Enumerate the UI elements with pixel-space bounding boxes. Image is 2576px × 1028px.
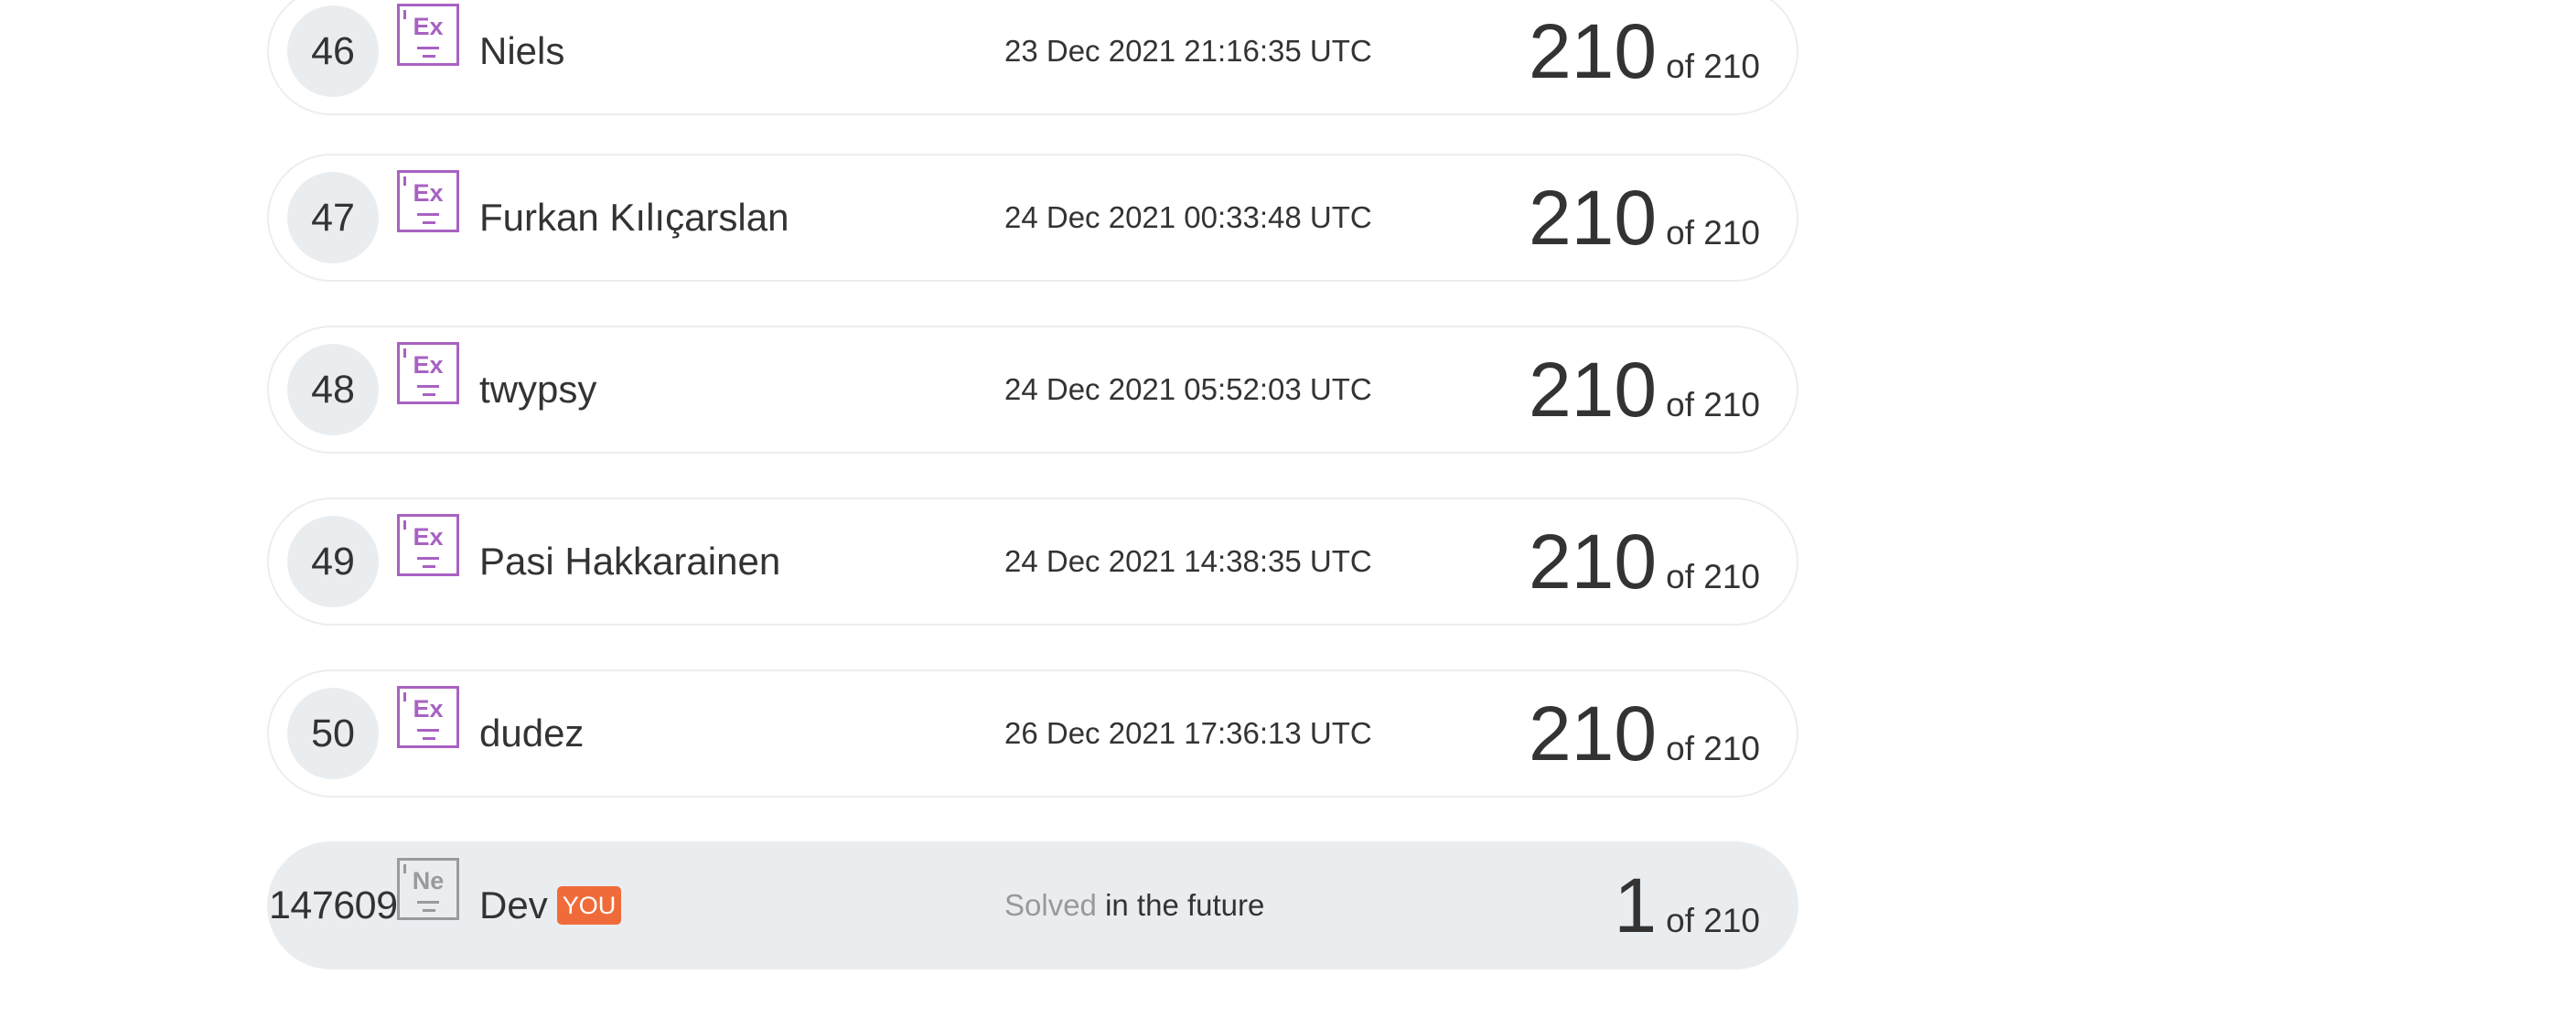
expert-badge-icon: Ex [397, 170, 459, 232]
expert-badge-icon: Ex [397, 686, 459, 748]
player-name[interactable]: Furkan Kılıçarslan [479, 155, 789, 280]
player-name[interactable]: twypsy [479, 327, 596, 452]
rank-number: 47 [287, 172, 379, 263]
completion-time: 24 Dec 2021 00:33:48 UTC [1004, 200, 1372, 234]
completion-time: Solved in the future [1004, 843, 1264, 968]
score: 1 of 210 [1614, 843, 1760, 968]
score-value: 210 [1528, 175, 1658, 261]
expert-badge-icon: Ex [397, 514, 459, 576]
leaderboard-row[interactable]: 47 Ex Furkan Kılıçarslan 24 Dec 2021 00:… [267, 154, 1798, 282]
you-badge: YOU [556, 885, 622, 925]
score-total: of 210 [1666, 386, 1760, 423]
player-name[interactable]: dudez [479, 671, 584, 796]
score-value: 210 [1528, 519, 1658, 605]
leaderboard-row[interactable]: 48 Ex twypsy 24 Dec 2021 05:52:03 UTC 21… [267, 326, 1798, 454]
player-name[interactable]: Dev YOU [479, 843, 622, 968]
score-total: of 210 [1666, 558, 1760, 595]
score-total: of 210 [1666, 48, 1760, 85]
leaderboard-row[interactable]: 50 Ex dudez 26 Dec 2021 17:36:13 UTC 210… [267, 669, 1798, 798]
rank-number: 49 [287, 516, 379, 607]
score: 210 of 210 [1529, 327, 1760, 452]
score: 210 of 210 [1529, 155, 1760, 280]
newbie-badge-icon: Ne [397, 858, 459, 920]
score: 210 of 210 [1529, 671, 1760, 796]
rank-number: 147609 [269, 883, 398, 927]
completion-time: 26 Dec 2021 17:36:13 UTC [1004, 716, 1372, 750]
expert-badge-icon: Ex [397, 342, 459, 404]
score-value: 210 [1528, 347, 1658, 433]
player-name-text: Dev [479, 883, 548, 926]
leaderboard: 46 Ex Niels 23 Dec 2021 21:16:35 UTC 210… [0, 0, 2576, 1028]
rank-number: 48 [287, 344, 379, 435]
score: 210 of 210 [1529, 0, 1760, 113]
player-name[interactable]: Niels [479, 0, 564, 113]
player-name[interactable]: Pasi Hakkarainen [479, 499, 780, 624]
leaderboard-row[interactable]: 49 Ex Pasi Hakkarainen 24 Dec 2021 14:38… [267, 498, 1798, 626]
completion-time: 23 Dec 2021 21:16:35 UTC [1004, 34, 1372, 68]
completion-time: 24 Dec 2021 05:52:03 UTC [1004, 372, 1372, 406]
solved-time: in the future [1105, 888, 1265, 922]
current-user-row[interactable]: 147609 Ne Dev YOU Solved in the future 1 … [267, 841, 1798, 969]
leaderboard-row[interactable]: 46 Ex Niels 23 Dec 2021 21:16:35 UTC 210… [267, 0, 1798, 115]
score-value: 210 [1528, 691, 1658, 776]
score: 210 of 210 [1529, 499, 1760, 624]
score-value: 210 [1528, 8, 1658, 94]
score-total: of 210 [1666, 730, 1760, 767]
rank-number: 46 [287, 5, 379, 97]
score-total: of 210 [1666, 902, 1760, 939]
expert-badge-icon: Ex [397, 4, 459, 66]
completion-time: 24 Dec 2021 14:38:35 UTC [1004, 544, 1372, 578]
solved-label: Solved [1004, 888, 1097, 922]
score-total: of 210 [1666, 214, 1760, 252]
rank-number: 50 [287, 688, 379, 779]
score-value: 1 [1614, 862, 1658, 948]
